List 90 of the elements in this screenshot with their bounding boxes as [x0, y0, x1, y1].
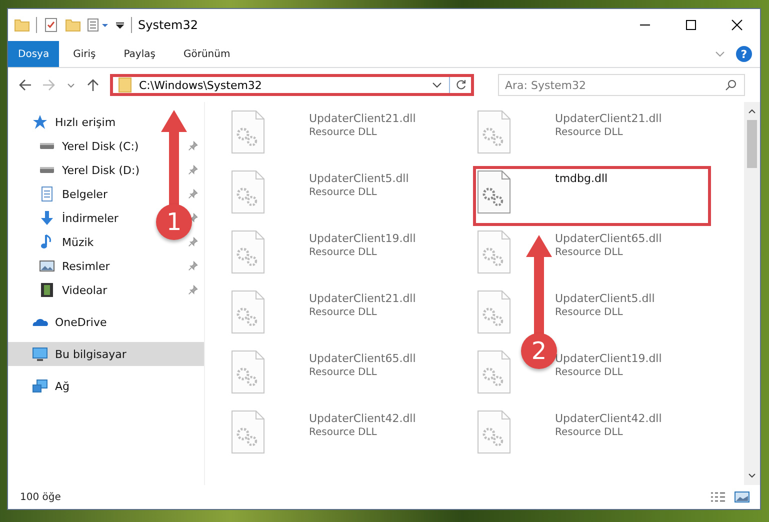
- search-icon[interactable]: [725, 79, 737, 91]
- file-name: UpdaterClient21.dll: [309, 292, 416, 305]
- step-number-badge: 2: [521, 333, 557, 369]
- pin-icon[interactable]: [188, 189, 198, 199]
- file-name: UpdaterClient65.dll: [555, 232, 662, 245]
- pin-icon[interactable]: [188, 261, 198, 271]
- monitor-icon: [32, 346, 48, 362]
- dll-file-icon[interactable]: [231, 290, 265, 334]
- file-name: UpdaterClient19.dll: [309, 232, 416, 245]
- download-icon: [39, 210, 55, 226]
- address-bar[interactable]: C:\Windows\System32: [110, 74, 474, 96]
- scrollbar-thumb[interactable]: [747, 120, 757, 168]
- customize-toolbar-icon[interactable]: [115, 20, 125, 30]
- dll-file-icon[interactable]: [477, 290, 511, 334]
- file-name: UpdaterClient42.dll: [309, 412, 416, 425]
- file-type: Resource DLL: [309, 367, 378, 378]
- file-name: UpdaterClient42.dll: [555, 412, 662, 425]
- selected-file-item[interactable]: tmdbg.dll: [473, 166, 711, 226]
- sidebar-item[interactable]: OneDrive: [8, 310, 204, 334]
- drive-icon: [39, 142, 55, 150]
- sidebar-item[interactable]: Resimler: [8, 254, 114, 278]
- pin-icon[interactable]: [188, 237, 198, 247]
- file-name: UpdaterClient21.dll: [555, 112, 662, 125]
- file-type: Resource DLL: [555, 127, 624, 138]
- network-icon: [32, 378, 48, 394]
- star-icon: [32, 114, 48, 130]
- dll-file-icon[interactable]: [231, 170, 265, 214]
- address-path: C:\Windows\System32: [139, 78, 263, 92]
- file-type: Resource DLL: [309, 307, 378, 318]
- search-field[interactable]: Ara: System32: [498, 74, 745, 96]
- ribbon-tab[interactable]: Görünüm: [169, 41, 244, 67]
- dll-file-icon[interactable]: [231, 230, 265, 274]
- step-number-badge: 1: [156, 204, 192, 240]
- file-type: Resource DLL: [555, 427, 624, 438]
- refresh-icon: [454, 79, 466, 91]
- document-icon: [39, 186, 55, 202]
- close-icon: [731, 19, 743, 31]
- sidebar-item[interactable]: Bu bilgisayar: [8, 342, 204, 366]
- ribbon-tab[interactable]: Dosya: [8, 41, 60, 67]
- dll-file-icon[interactable]: [477, 410, 511, 454]
- view-options-icon[interactable]: [87, 17, 109, 33]
- ribbon-tab[interactable]: Paylaş: [110, 41, 170, 67]
- pin-icon[interactable]: [188, 165, 198, 175]
- sidebar-item[interactable]: Videolar: [8, 278, 112, 302]
- dll-file-icon[interactable]: [477, 230, 511, 274]
- sidebar-item[interactable]: Müzik: [8, 230, 98, 254]
- film-icon: [39, 282, 55, 298]
- sidebar-item[interactable]: Belgeler: [8, 182, 112, 206]
- file-name: UpdaterClient5.dll: [555, 292, 655, 305]
- folder-icon[interactable]: [14, 17, 30, 33]
- file-type: Resource DLL: [555, 367, 624, 378]
- file-type: Resource DLL: [309, 427, 378, 438]
- file-name: UpdaterClient21.dll: [309, 112, 416, 125]
- file-type: Resource DLL: [309, 187, 378, 198]
- file-name: UpdaterClient65.dll: [309, 352, 416, 365]
- dll-file-icon[interactable]: [231, 410, 265, 454]
- dll-file-icon[interactable]: [477, 110, 511, 154]
- file-type: Resource DLL: [309, 247, 378, 258]
- forward-icon[interactable]: [42, 78, 56, 92]
- file-type: Resource DLL: [555, 307, 624, 318]
- help-button[interactable]: ?: [736, 46, 752, 62]
- large-icons-view-icon[interactable]: [734, 489, 750, 505]
- file-name: UpdaterClient19.dll: [555, 352, 662, 365]
- file-type: Resource DLL: [309, 127, 378, 138]
- window-title: System32: [138, 18, 198, 32]
- sidebar-item[interactable]: Yerel Disk (C:): [8, 134, 143, 158]
- folder-icon: [117, 77, 133, 93]
- file-type: Resource DLL: [555, 247, 624, 258]
- folder-icon[interactable]: [65, 17, 81, 33]
- sidebar-item[interactable]: İndirmeler: [8, 206, 122, 230]
- maximize-icon: [685, 19, 697, 31]
- dll-file-icon[interactable]: [231, 350, 265, 394]
- dll-file-icon[interactable]: [477, 170, 511, 214]
- ribbon-tab[interactable]: Giriş: [59, 41, 110, 67]
- file-name: UpdaterClient5.dll: [309, 172, 409, 185]
- sidebar-item[interactable]: Ağ: [8, 374, 204, 398]
- up-icon[interactable]: [86, 78, 100, 92]
- pin-icon[interactable]: [188, 285, 198, 295]
- picture-icon: [39, 258, 55, 274]
- drive-icon: [39, 166, 55, 174]
- pin-icon[interactable]: [188, 141, 198, 151]
- sidebar-item[interactable]: Yerel Disk (D:): [8, 158, 144, 182]
- dll-file-icon[interactable]: [231, 110, 265, 154]
- cloud-icon: [32, 318, 48, 326]
- dll-file-icon[interactable]: [477, 350, 511, 394]
- item-count: 100 öğe: [20, 492, 61, 502]
- sidebar-item[interactable]: Hızlı erişim: [8, 110, 204, 134]
- file-name: tmdbg.dll: [555, 172, 608, 185]
- back-icon[interactable]: [18, 78, 32, 92]
- properties-icon[interactable]: [43, 17, 59, 33]
